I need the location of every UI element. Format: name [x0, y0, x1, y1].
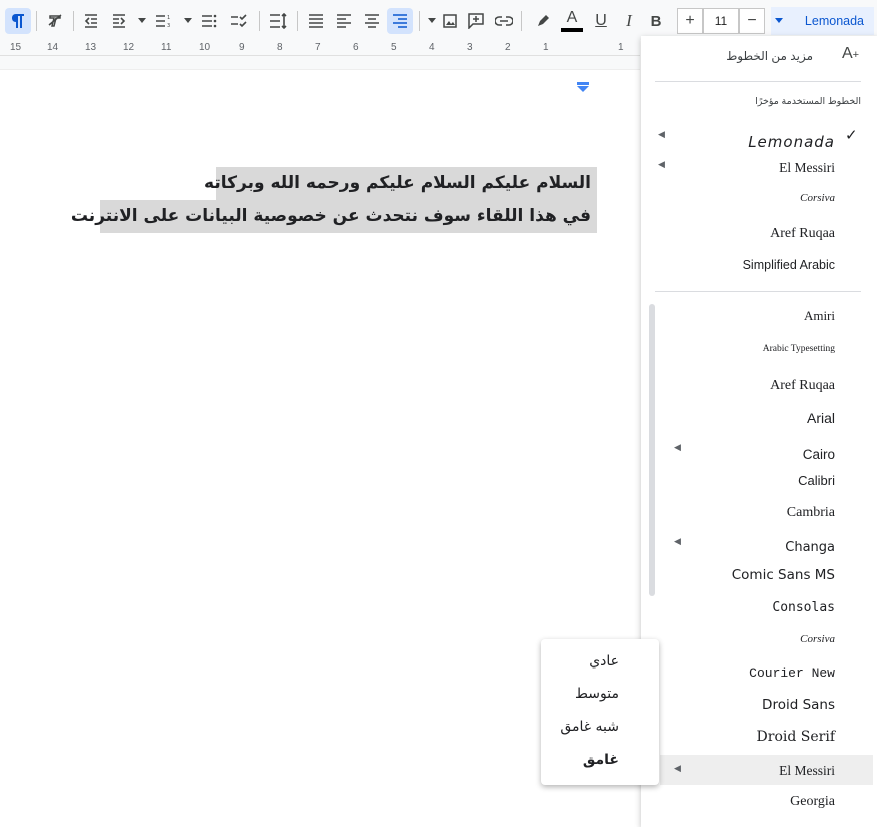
ruler-tick: 10: [199, 42, 211, 53]
ruler-tick: 9: [239, 42, 245, 53]
document-line-2[interactable]: في هذا اللقاء سوف نتحدث عن خصوصية البيان…: [71, 200, 597, 233]
font-option-arabic-typesetting[interactable]: Arabic Typesetting: [763, 344, 835, 354]
ruler-tick: 15: [10, 42, 22, 53]
text-color-bar: [561, 28, 583, 32]
ruler-margin: [0, 56, 640, 70]
font-option-simplified-arabic[interactable]: Simplified Arabic: [743, 258, 835, 272]
ruler-tick: 3: [467, 42, 473, 53]
menu-divider: [655, 81, 861, 82]
submenu-arrow-icon: ◀: [674, 536, 681, 546]
ruler-tick: 13: [85, 42, 97, 53]
font-option-arial[interactable]: Arial: [807, 410, 835, 426]
bold-button[interactable]: B: [643, 8, 669, 34]
align-left-icon[interactable]: [331, 8, 357, 34]
image-icon[interactable]: [437, 8, 463, 34]
font-weight-submenu: عادي متوسط شبه غامق غامق: [541, 639, 659, 785]
font-option-el-messiri[interactable]: El Messiri: [779, 160, 835, 176]
text-color-label: A: [566, 9, 578, 26]
decrease-size-button[interactable]: −: [739, 8, 765, 34]
toolbar: 13 A U I B + 11 − Lemonada: [0, 0, 877, 40]
weight-medium[interactable]: متوسط: [575, 686, 619, 702]
font-option-changa[interactable]: Changa: [785, 540, 835, 555]
decrease-size-label: −: [747, 12, 757, 29]
weight-regular[interactable]: عادي: [589, 653, 619, 669]
decrease-indent-icon[interactable]: [78, 8, 104, 34]
ruler-tick: 5: [391, 42, 397, 53]
increase-size-button[interactable]: +: [677, 8, 703, 34]
ruler-tick: 6: [353, 42, 359, 53]
font-size-input[interactable]: 11: [703, 8, 739, 34]
comment-icon[interactable]: [463, 8, 489, 34]
ruler-tick: 8: [277, 42, 283, 53]
font-option-el-messiri-hovered[interactable]: El Messiri: [779, 763, 835, 779]
increase-indent-icon[interactable]: [106, 8, 132, 34]
weight-semibold[interactable]: شبه غامق: [560, 719, 619, 735]
font-option-consolas[interactable]: Consolas: [772, 600, 835, 615]
submenu-arrow-icon: ◀: [674, 442, 681, 452]
line-spacing-icon[interactable]: [265, 8, 291, 34]
check-icon: ✓: [845, 127, 858, 144]
clear-formatting-icon[interactable]: [42, 8, 68, 34]
font-option-comic-sans[interactable]: Comic Sans MS: [732, 567, 835, 583]
chevron-down-icon: [775, 18, 783, 23]
ruler[interactable]: 15 14 13 12 11 10 9 8 7 6 5 4 3 2 1 1: [0, 40, 640, 92]
recent-fonts-heading: الخطوط المستخدمة مؤخرًا: [755, 96, 861, 107]
more-fonts-item[interactable]: مزيد من الخطوط: [726, 49, 813, 63]
add-font-icon[interactable]: A+: [842, 45, 859, 63]
numbered-list-icon[interactable]: 13: [150, 8, 176, 34]
increase-size-label: +: [685, 12, 695, 29]
submenu-arrow-icon: ◀: [674, 763, 681, 773]
font-option-corsiva[interactable]: Corsiva: [800, 192, 835, 204]
underline-button[interactable]: U: [588, 8, 614, 34]
ruler-tick: 2: [505, 42, 511, 53]
font-option-courier-new[interactable]: Courier New: [749, 666, 835, 681]
weight-bold[interactable]: غامق: [583, 752, 619, 768]
font-option-corsiva[interactable]: Corsiva: [800, 633, 835, 645]
ruler-tick: 12: [123, 42, 135, 53]
svg-text:3: 3: [167, 23, 170, 28]
font-menu: A+ مزيد من الخطوط الخطوط المستخدمة مؤخرً…: [641, 36, 877, 827]
font-option-cairo[interactable]: Cairo: [803, 447, 835, 462]
align-right-icon[interactable]: [387, 8, 413, 34]
font-option-lemonada[interactable]: Lemonada: [748, 133, 835, 151]
svg-text:1: 1: [167, 15, 170, 21]
ruler-tick: 1: [618, 42, 624, 53]
italic-button[interactable]: I: [616, 8, 642, 34]
menu-divider: [655, 291, 861, 292]
font-option-georgia[interactable]: Georgia: [790, 794, 835, 810]
font-family-select[interactable]: Lemonada: [771, 7, 874, 35]
font-menu-scrollbar[interactable]: [649, 304, 655, 596]
ruler-tick: 7: [315, 42, 321, 53]
underline-label: U: [595, 12, 607, 29]
rtl-paragraph-icon[interactable]: [5, 8, 31, 34]
font-option-calibri[interactable]: Calibri: [798, 473, 835, 488]
align-center-icon[interactable]: [359, 8, 385, 34]
justify-icon[interactable]: [303, 8, 329, 34]
ruler-tick: 14: [47, 42, 59, 53]
ruler-tick: 11: [161, 42, 172, 53]
font-option-aref-ruqaa[interactable]: Aref Ruqaa: [770, 226, 835, 242]
document-line-1[interactable]: السلام عليكم السلام عليكم ورحمه الله وبر…: [204, 167, 597, 200]
ruler-tick: 4: [429, 42, 435, 53]
submenu-arrow-icon: ◀: [658, 159, 665, 169]
ruler-tick: 1: [543, 42, 549, 53]
highlight-icon[interactable]: [530, 8, 556, 34]
checklist-icon[interactable]: [226, 8, 252, 34]
font-option-droid-serif[interactable]: Droid Serif: [757, 729, 835, 745]
font-option-amiri[interactable]: Amiri: [804, 308, 835, 324]
font-option-droid-sans[interactable]: Droid Sans: [762, 697, 835, 713]
link-icon[interactable]: [491, 8, 517, 34]
bold-label: B: [650, 12, 662, 30]
bulleted-list-icon[interactable]: [196, 8, 222, 34]
font-option-aref-ruqaa[interactable]: Aref Ruqaa: [770, 378, 835, 394]
font-size-value: 11: [714, 14, 728, 28]
hover-highlight: [660, 755, 873, 785]
italic-label: I: [626, 11, 632, 30]
submenu-arrow-icon: ◀: [658, 129, 665, 139]
indent-marker-icon[interactable]: [577, 82, 589, 92]
font-family-value: Lemonada: [804, 14, 864, 28]
font-option-cambria[interactable]: Cambria: [787, 505, 835, 521]
